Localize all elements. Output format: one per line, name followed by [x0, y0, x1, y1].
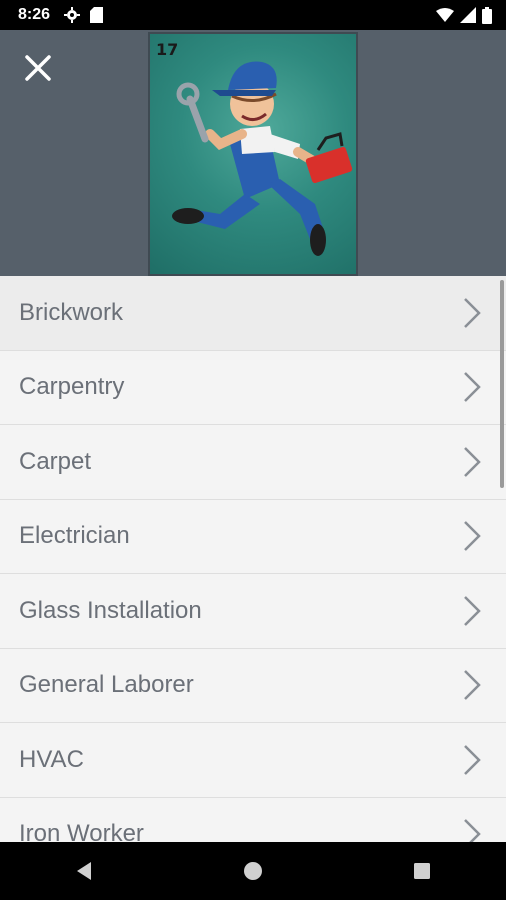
- signal-icon: [460, 7, 476, 23]
- close-icon: [24, 54, 52, 87]
- wifi-icon: [436, 8, 454, 22]
- list-item-general-laborer[interactable]: General Laborer: [0, 649, 506, 723]
- trade-badge-image: 17: [148, 32, 358, 276]
- plumber-illustration: [172, 61, 353, 256]
- list-item-brickwork[interactable]: Brickwork: [0, 276, 506, 351]
- status-bar: 8:26: [0, 0, 506, 30]
- chevron-right-icon: [464, 372, 481, 403]
- list-item-label: General Laborer: [19, 671, 194, 699]
- back-icon: [77, 862, 92, 880]
- chevron-right-icon: [464, 521, 481, 552]
- list-item-label: Glass Installation: [19, 596, 202, 624]
- chevron-right-icon: [464, 744, 481, 775]
- list-item-carpentry[interactable]: Carpentry: [0, 351, 506, 425]
- header: 17: [0, 30, 506, 276]
- chevron-right-icon: [464, 595, 481, 626]
- chevron-right-icon: [464, 819, 481, 842]
- list-item-iron-worker[interactable]: Iron Worker: [0, 798, 506, 842]
- chevron-right-icon: [464, 297, 481, 328]
- status-time: 8:26: [18, 6, 51, 23]
- home-icon: [243, 862, 262, 880]
- navigation-bar: [0, 842, 506, 900]
- home-button[interactable]: [223, 842, 283, 900]
- trade-list: Brickwork Carpentry Carpet Electrician G…: [0, 276, 506, 842]
- list-item-electrician[interactable]: Electrician: [0, 500, 506, 574]
- scrollbar[interactable]: [500, 280, 504, 488]
- list-item-hvac[interactable]: HVAC: [0, 723, 506, 798]
- close-button[interactable]: [18, 50, 58, 90]
- list-item-label: Electrician: [19, 522, 130, 550]
- badge-number: 17: [156, 40, 179, 59]
- recents-button[interactable]: [392, 842, 452, 900]
- back-button[interactable]: [54, 842, 114, 900]
- recents-icon: [413, 863, 430, 879]
- list-item-label: Carpentry: [19, 373, 125, 401]
- list-item-carpet[interactable]: Carpet: [0, 425, 506, 500]
- chevron-right-icon: [464, 446, 481, 477]
- list-item-label: HVAC: [19, 745, 84, 773]
- list-item-label: Iron Worker: [19, 820, 144, 842]
- list-item-label: Brickwork: [19, 298, 124, 326]
- settings-icon: [64, 7, 81, 23]
- list-item-label: Carpet: [19, 447, 92, 475]
- list-item-glass-installation[interactable]: Glass Installation: [0, 574, 506, 649]
- battery-icon: [482, 6, 492, 24]
- chevron-right-icon: [464, 670, 481, 701]
- sd-card-icon: [90, 7, 104, 23]
